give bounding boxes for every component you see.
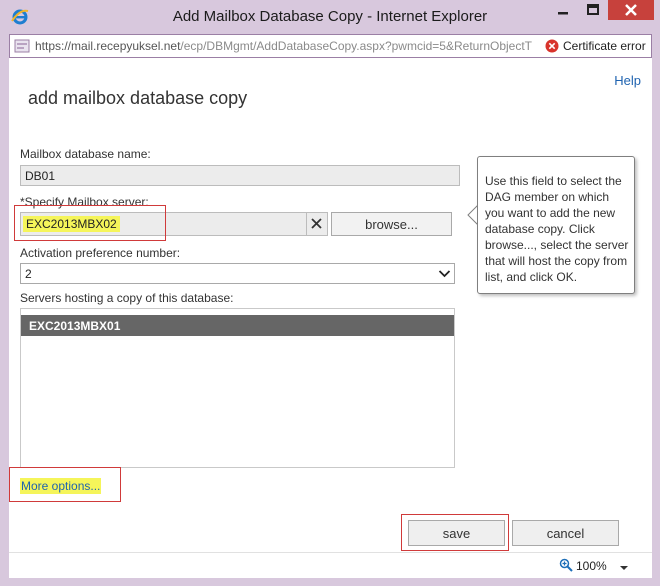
certificate-error-label[interactable]: Certificate error: [563, 39, 646, 53]
minimize-icon: [548, 0, 578, 20]
annotation-box-server: [14, 205, 166, 241]
activation-preference-value: 2: [25, 267, 32, 281]
window-border-right: [652, 58, 660, 578]
save-button[interactable]: save: [408, 520, 505, 546]
page-title: add mailbox database copy: [28, 88, 248, 108]
activation-preference-label: Activation preference number:: [20, 246, 181, 260]
url-path: /ecp/DBMgmt/AddDatabaseCopy.aspx?pwmcid=…: [180, 39, 533, 53]
maximize-icon: [578, 0, 608, 20]
help-callout: Use this field to select the DAG member …: [477, 156, 635, 294]
title-bar: Add Mailbox Database Copy - Internet Exp…: [0, 0, 660, 34]
status-bar: 100%: [9, 552, 652, 578]
cancel-button[interactable]: cancel: [512, 520, 619, 546]
clear-x-icon: [307, 218, 327, 239]
zoom-icon[interactable]: [559, 558, 573, 572]
address-bar[interactable]: https://mail.recepyuksel.net/ecp/DBMgmt/…: [9, 34, 652, 58]
chevron-down-icon: [438, 267, 451, 280]
activation-preference-select[interactable]: 2: [20, 263, 455, 284]
database-name-label: Mailbox database name:: [20, 147, 151, 161]
dialog-content: Help add mailbox database copy Mailbox d…: [9, 58, 652, 578]
zoom-level[interactable]: 100%: [576, 559, 607, 573]
address-url[interactable]: https://mail.recepyuksel.net/ecp/DBMgmt/…: [35, 39, 545, 53]
maximize-button[interactable]: [578, 0, 608, 20]
annotation-box-more-options: [9, 467, 121, 502]
list-item[interactable]: EXC2013MBX01: [21, 315, 454, 336]
servers-list[interactable]: EXC2013MBX01: [20, 308, 455, 468]
minimize-button[interactable]: [548, 0, 578, 20]
database-name-field: DB01: [20, 165, 460, 186]
clear-server-button[interactable]: [306, 212, 328, 236]
close-icon: [608, 0, 654, 20]
browse-button[interactable]: browse...: [331, 212, 452, 236]
browser-window: Add Mailbox Database Copy - Internet Exp…: [0, 0, 660, 586]
zoom-dropdown-icon[interactable]: [619, 560, 629, 570]
url-host: https://mail.recepyuksel.net: [35, 39, 181, 53]
close-button[interactable]: [608, 0, 654, 20]
page-icon: [14, 38, 30, 54]
window-border-bottom: [0, 578, 660, 586]
error-icon[interactable]: [545, 39, 559, 53]
help-link[interactable]: Help: [614, 73, 641, 88]
servers-list-label: Servers hosting a copy of this database:: [20, 291, 234, 305]
